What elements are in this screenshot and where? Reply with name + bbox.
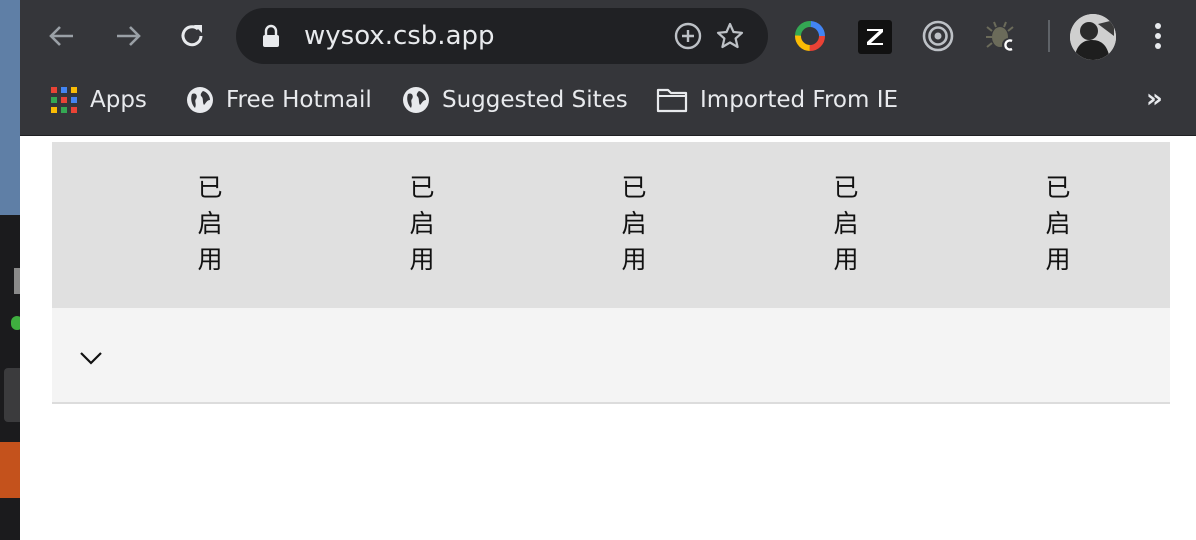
color-ring-extension-icon[interactable] xyxy=(792,18,828,54)
bookmark-label: Free Hotmail xyxy=(226,87,372,113)
bug-extension-icon[interactable] xyxy=(984,18,1020,54)
back-arrow-icon[interactable] xyxy=(44,18,80,54)
url-text[interactable]: wysox.csb.app xyxy=(304,8,495,64)
column-header-text: 已启用 xyxy=(409,173,435,274)
avatar-photo-icon xyxy=(1070,14,1116,60)
bookmark-label: Apps xyxy=(90,87,147,113)
column-header-text: 已启用 xyxy=(1045,173,1071,274)
globe-icon xyxy=(403,87,429,113)
column-header: 已启用 xyxy=(614,170,654,278)
column-header: 已启用 xyxy=(402,170,442,278)
lock-icon[interactable] xyxy=(258,22,284,50)
expand-row-button[interactable] xyxy=(78,344,104,370)
browser-toolbar: wysox.csb.app Apps Free Hotmail Suggeste… xyxy=(20,0,1196,136)
column-header: 已启用 xyxy=(1038,170,1078,278)
target-extension-icon[interactable] xyxy=(920,18,956,54)
toolbar-bottom-border xyxy=(20,135,1196,136)
bookmark-star-icon[interactable] xyxy=(714,20,746,52)
bookmark-free-hotmail[interactable]: Free Hotmail xyxy=(186,80,372,120)
table-header-row: 已启用 已启用 已启用 已启用 已启用 xyxy=(52,142,1170,308)
column-header: 已启用 xyxy=(826,170,866,278)
desktop-edge xyxy=(0,0,20,540)
chevron-down-icon xyxy=(80,352,102,365)
bookmark-imported-from-ie[interactable]: Imported From IE xyxy=(656,80,898,120)
apps-grid-icon xyxy=(51,87,77,113)
status-dot xyxy=(11,316,20,330)
bookmark-label: Suggested Sites xyxy=(442,87,628,113)
column-header-text: 已启用 xyxy=(621,173,647,274)
column-header-text: 已启用 xyxy=(197,173,223,274)
column-header-text: 已启用 xyxy=(833,173,859,274)
desktop-background xyxy=(0,0,20,215)
bookmark-suggested-sites[interactable]: Suggested Sites xyxy=(402,80,628,120)
bookmark-label: Imported From IE xyxy=(700,87,899,113)
desktop-window-fragment xyxy=(14,268,20,294)
toolbar-separator xyxy=(1048,20,1050,52)
bookmarks-overflow-button[interactable]: » xyxy=(1146,84,1163,114)
profile-avatar[interactable] xyxy=(1070,14,1116,60)
column-header: 已启用 xyxy=(190,170,230,278)
globe-icon xyxy=(187,87,213,113)
bookmark-apps[interactable]: Apps xyxy=(50,80,147,120)
reload-icon[interactable] xyxy=(174,18,210,54)
desktop-window-fragment xyxy=(0,442,20,498)
forward-arrow-icon[interactable] xyxy=(110,18,146,54)
address-bar[interactable]: wysox.csb.app xyxy=(236,8,768,64)
add-circle-icon[interactable] xyxy=(672,20,704,52)
table-row xyxy=(52,308,1170,404)
data-table: 已启用 已启用 已启用 已启用 已启用 xyxy=(52,142,1170,404)
more-vertical-icon[interactable] xyxy=(1144,18,1172,54)
z-extension-icon[interactable] xyxy=(858,20,892,54)
folder-icon xyxy=(656,88,688,113)
desktop-window-fragment xyxy=(4,368,20,422)
